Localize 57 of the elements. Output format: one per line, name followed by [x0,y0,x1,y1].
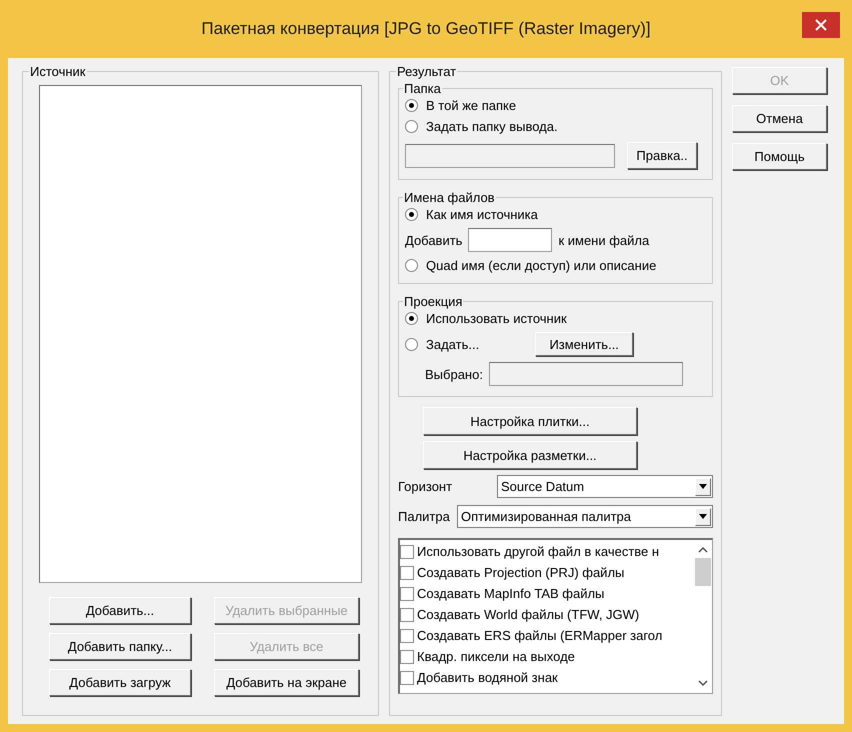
append-suffix: к имени файла [558,232,650,248]
datum-label: Горизонт [398,479,452,494]
option-label: Создавать MapInfo TAB файлы [417,586,604,601]
radio-button[interactable] [405,99,418,112]
radio-label: Quad имя (если доступ) или описание [426,258,656,273]
window-title: Пакетная конвертация [JPG to GeoTIFF (Raster Imagery)] [201,19,651,39]
append-field[interactable] [468,228,552,252]
scroll-up-icon[interactable] [698,546,708,554]
close-button[interactable] [802,12,840,38]
radio-button[interactable] [405,259,418,272]
checkbox[interactable] [400,628,414,642]
group-label: Имена файлов [403,190,496,205]
datum-dropdown[interactable]: Source Datum [497,475,713,498]
radio-label: Задать папку вывода. [426,119,558,134]
radio-label: Задать... [426,336,480,352]
radio-label: Как имя источника [426,207,538,222]
option-label: Создавать ERS файлы (ERMapper загол [417,628,662,643]
checkbox[interactable] [400,586,414,600]
option-label: Квадр. пиксели на выходе [417,649,575,664]
group-label: Папка [403,81,442,96]
scroll-down-icon[interactable] [698,679,708,687]
dialog-button[interactable]: Помощь [732,143,827,170]
source-button[interactable]: Добавить папку... [49,633,191,660]
palette-label: Палитра [398,509,450,524]
caret-icon [699,484,707,489]
scrollbar-thumb[interactable] [695,558,711,586]
close-icon [815,19,827,31]
caret-icon [699,514,707,519]
source-button[interactable]: Добавить на экране [214,669,359,696]
option-label: Создавать Projection (PRJ) файлы [417,565,624,580]
group-label: Источник [29,64,86,79]
append-label: Добавить [405,232,462,248]
option-label: Добавить водяной знак [417,670,558,685]
checkbox[interactable] [400,608,414,622]
dialog-button[interactable]: Отмена [732,105,827,132]
checkbox[interactable] [400,650,414,664]
source-button[interactable]: Добавить загруж [49,669,191,696]
radio-button[interactable] [405,208,418,221]
checkbox[interactable] [400,566,414,580]
checkbox[interactable] [400,544,414,558]
selected-label: Выбрано: [425,366,483,382]
palette-dropdown[interactable]: Оптимизированная палитра [457,505,713,528]
radio-button[interactable] [405,120,418,133]
markup-settings-button[interactable]: Настройка разметки... [423,441,637,469]
tile-settings-button[interactable]: Настройка плитки... [423,407,637,435]
radio-label: В той же папке [426,98,516,113]
option-label: Использовать другой файл в качестве н [417,544,660,559]
change-button[interactable]: Изменить... [535,332,634,356]
source-button[interactable]: Добавить... [49,597,191,624]
group-label: Проекция [403,294,464,309]
checkbox[interactable] [400,670,414,684]
radio-button[interactable] [405,312,418,325]
group-label: Результат [396,64,458,79]
option-label: Создавать World файлы (TFW, JGW) [417,607,640,622]
radio-button[interactable] [405,338,418,350]
edit-button[interactable]: Правка.. [627,142,697,169]
radio-label: Использовать источник [426,311,567,326]
